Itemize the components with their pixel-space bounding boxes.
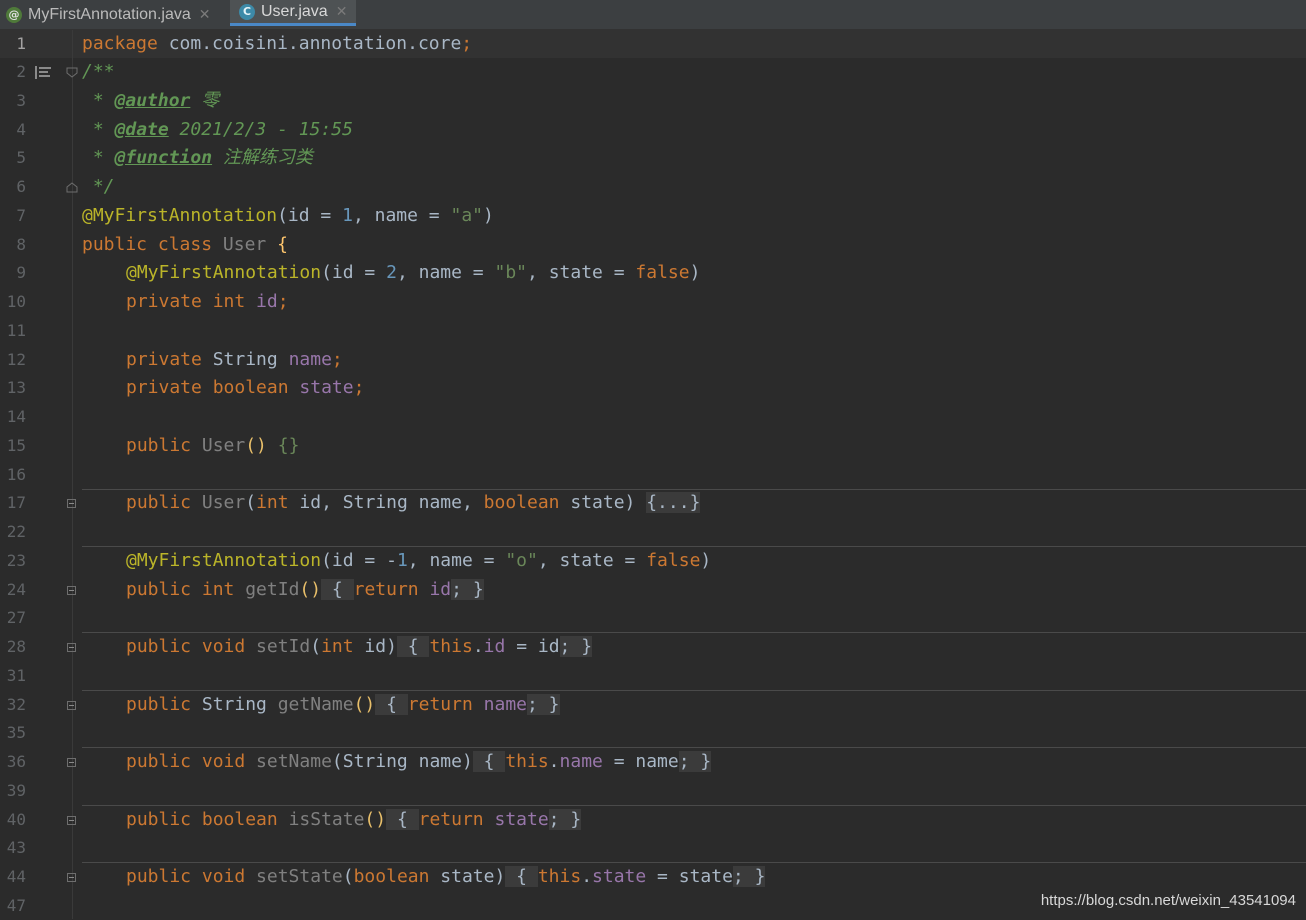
line-number: 44 [6,867,26,886]
code-line-13: private boolean state; [126,377,365,398]
line-number: 4 [16,120,26,139]
code-line-15: public User() {} [126,435,300,456]
fold-expand-icon[interactable] [67,499,76,508]
javadoc-render-icon[interactable] [35,66,51,79]
line-number: 47 [6,896,26,915]
line-number: 35 [6,723,26,742]
line-number: 16 [6,465,26,484]
tab-label: MyFirstAnnotation.java [28,5,191,23]
code-line-6: */ [82,176,115,197]
line-number: 5 [16,148,26,167]
line-number: 7 [16,206,26,225]
line-number: 23 [6,551,26,570]
line-number: 22 [6,522,26,541]
code-line-4: * @date 2021/2/3 - 15:55 [82,119,353,140]
line-number: 10 [6,292,26,311]
fold-expand-icon[interactable] [67,701,76,710]
annotation-file-icon: @ [6,6,22,23]
line-number: 40 [6,810,26,829]
code-line-12: private String name; [126,349,343,370]
line-number: 11 [6,321,26,340]
fold-expand-icon[interactable] [67,758,76,767]
line-number: 6 [16,177,26,196]
code-line-24: public int getId() { return id; } [126,579,484,600]
code-line-17: public User(int id, String name, boolean… [126,492,701,513]
line-number: 15 [6,436,26,455]
line-number: 32 [6,695,26,714]
tab-myfirstannotation[interactable]: @ MyFirstAnnotation.java ✕ [6,0,228,29]
tab-user[interactable]: C User.java ✕ [230,0,356,26]
watermark-url: https://blog.csdn.net/weixin_43541094 [1040,892,1296,909]
code-line-3: * @author 零 [82,90,220,111]
line-number: 43 [6,838,26,857]
folded-code-block[interactable]: {...} [646,492,701,513]
line-number: 24 [6,580,26,599]
class-file-icon: C [239,3,255,20]
line-number: 3 [16,91,26,110]
code-line-1: package com.coisini.annotation.core; [82,33,473,54]
code-line-8: public class User { [82,234,288,255]
line-number: 36 [6,752,26,771]
fold-expand-icon[interactable] [67,643,76,652]
code-line-7: @MyFirstAnnotation(id = 1, name = "a") [82,205,494,226]
line-number: 31 [6,666,26,685]
fold-collapse-icon[interactable] [66,67,78,78]
line-number: 27 [6,608,26,627]
code-line-23: @MyFirstAnnotation(id = -1, name = "o", … [126,550,712,571]
line-number: 13 [6,378,26,397]
close-icon[interactable]: ✕ [336,4,348,20]
line-number: 39 [6,781,26,800]
code-line-32: public String getName() { return name; } [126,694,560,715]
fold-end-icon[interactable] [66,182,78,193]
line-number: 28 [6,637,26,656]
gutter-divider [72,30,73,919]
fold-expand-icon[interactable] [67,586,76,595]
code-line-40: public boolean isState() { return state;… [126,809,582,830]
code-line-28: public void setId(int id) { this.id = id… [126,636,593,657]
code-line-10: private int id; [126,291,289,312]
fold-expand-icon[interactable] [67,873,76,882]
editor-tab-bar: @ MyFirstAnnotation.java ✕ C User.java ✕ [0,0,1306,30]
code-line-2: /** [82,61,115,82]
line-number: 17 [6,493,26,512]
line-number: 1 [16,34,26,53]
line-number: 9 [16,263,26,282]
line-number: 12 [6,350,26,369]
tab-label: User.java [261,2,328,20]
fold-expand-icon[interactable] [67,816,76,825]
code-line-5: * @function 注解练习类 [82,147,313,168]
code-line-44: public void setState(boolean state) { th… [126,866,766,887]
line-number: 8 [16,235,26,254]
line-number: 14 [6,407,26,426]
code-line-36: public void setName(String name) { this.… [126,751,712,772]
line-number: 2 [16,62,26,81]
code-line-9: @MyFirstAnnotation(id = 2, name = "b", s… [126,262,701,283]
close-icon[interactable]: ✕ [199,7,211,23]
